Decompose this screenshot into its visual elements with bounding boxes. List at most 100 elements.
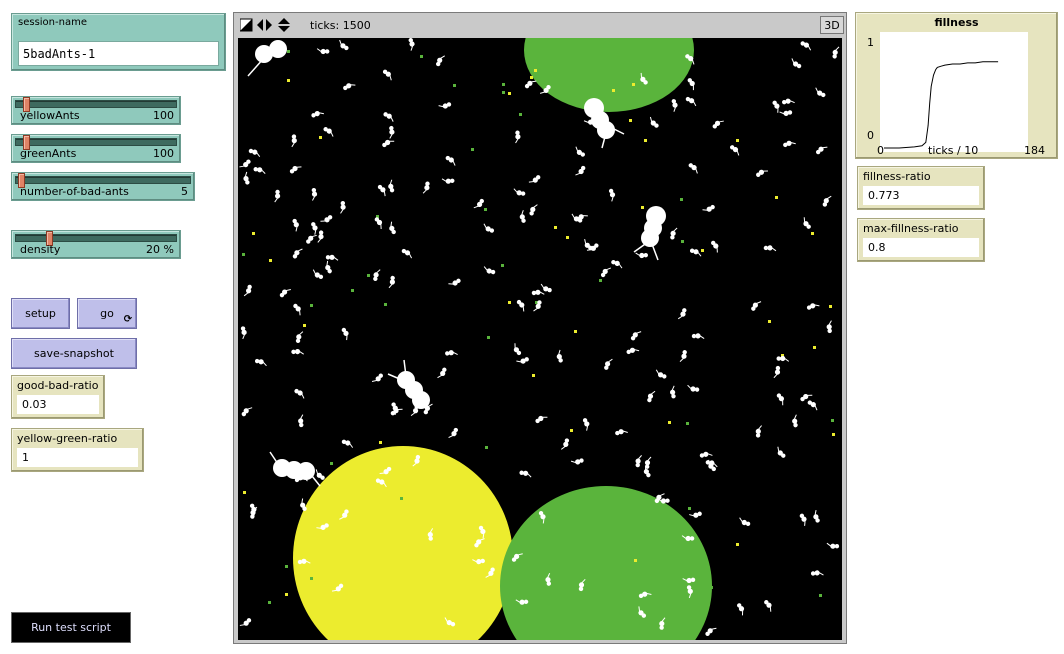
ant [687, 78, 695, 91]
ant [691, 333, 705, 339]
ant [311, 222, 318, 235]
save-snapshot-button[interactable]: save-snapshot [11, 338, 137, 369]
3d-view-button[interactable]: 3D [820, 16, 844, 34]
ant [341, 327, 349, 341]
ant [323, 127, 334, 137]
ant [832, 46, 840, 59]
ant [822, 195, 832, 207]
food-particle [513, 618, 516, 621]
ant [254, 358, 267, 367]
ant [408, 38, 415, 51]
food-pile-green-top [524, 38, 694, 112]
ant [776, 355, 790, 362]
food-particle [612, 89, 615, 92]
go-button[interactable]: go ⟳ [77, 298, 137, 329]
ant [279, 289, 291, 298]
food-particle [384, 303, 387, 306]
slider-label: greenAnts [20, 147, 77, 160]
session-name-label: session-name [18, 17, 87, 28]
food-particle [775, 196, 778, 199]
plot-title: fillness [934, 16, 979, 29]
slider-number-of-bad-ants[interactable]: number-of-bad-ants 5 [11, 172, 195, 201]
ant [777, 446, 786, 458]
ant [535, 415, 548, 424]
ant [556, 349, 563, 363]
slider-label: number-of-bad-ants [20, 185, 129, 198]
ant [826, 320, 832, 334]
slider-track[interactable] [15, 138, 177, 146]
food-particle [243, 491, 246, 494]
ant [737, 603, 745, 616]
ant [560, 438, 570, 450]
food-particle [453, 84, 456, 87]
ant [422, 181, 430, 194]
ant [515, 130, 521, 144]
ant [289, 166, 302, 174]
monitor-value: 0.03 [17, 395, 99, 414]
slider-track[interactable] [15, 100, 177, 108]
food-particle [566, 236, 569, 239]
food-pile-green-bottom [500, 486, 712, 640]
ant [764, 600, 772, 612]
world-canvas[interactable] [238, 38, 842, 640]
ant [689, 511, 702, 518]
food-particle [484, 208, 487, 211]
ant [792, 414, 798, 428]
ant [677, 308, 687, 320]
ant [529, 204, 538, 216]
ant [438, 102, 452, 109]
slider-track[interactable] [15, 234, 177, 242]
ant [483, 266, 496, 275]
run-test-script-label: Run test script [31, 621, 111, 634]
run-test-script-button[interactable]: Run test script [11, 612, 131, 643]
food-particle [269, 259, 272, 262]
ant [243, 171, 250, 185]
food-particle [242, 253, 245, 256]
food-particle [574, 330, 577, 333]
food-particle [644, 139, 647, 142]
food-particle [668, 421, 671, 424]
slider-green-ants[interactable]: greenAnts 100 [11, 134, 181, 163]
ant [374, 217, 383, 230]
food-particle [534, 69, 537, 72]
food-particle [819, 594, 822, 597]
slider-track[interactable] [15, 176, 191, 184]
slider-density[interactable]: density 20 % [11, 230, 181, 259]
ant [513, 188, 526, 196]
ant [516, 299, 525, 312]
ant [243, 284, 252, 297]
ant [473, 198, 484, 209]
ant [739, 517, 751, 527]
food-particle [736, 543, 739, 546]
setup-button[interactable]: setup [11, 298, 70, 329]
ant [377, 184, 386, 197]
monitor-value: 0.773 [863, 186, 979, 205]
bad-ants [247, 40, 666, 487]
monitor-label: good-bad-ratio [17, 379, 99, 392]
ant [241, 407, 253, 417]
ant [437, 367, 447, 379]
ant [528, 175, 541, 183]
food-particle [367, 274, 370, 277]
slider-yellow-ants[interactable]: yellowAnts 100 [11, 96, 181, 125]
plot-svg [884, 61, 999, 149]
ant [516, 357, 529, 364]
go-button-label: go [100, 307, 114, 320]
food-particle [285, 565, 288, 568]
session-name-input[interactable] [18, 41, 219, 66]
view-control-icons[interactable] [240, 18, 294, 32]
ant [339, 39, 349, 51]
ant [729, 145, 740, 156]
ant [626, 347, 640, 355]
ant [779, 110, 793, 117]
ant [531, 289, 545, 296]
ant [755, 425, 762, 438]
ant [776, 393, 785, 406]
ant [608, 188, 616, 202]
food-particle [768, 320, 771, 323]
ant [382, 69, 392, 81]
food-particle [287, 79, 290, 82]
plot-ymin-label: 0 [867, 129, 874, 142]
ant [600, 267, 612, 278]
ant [298, 414, 304, 428]
